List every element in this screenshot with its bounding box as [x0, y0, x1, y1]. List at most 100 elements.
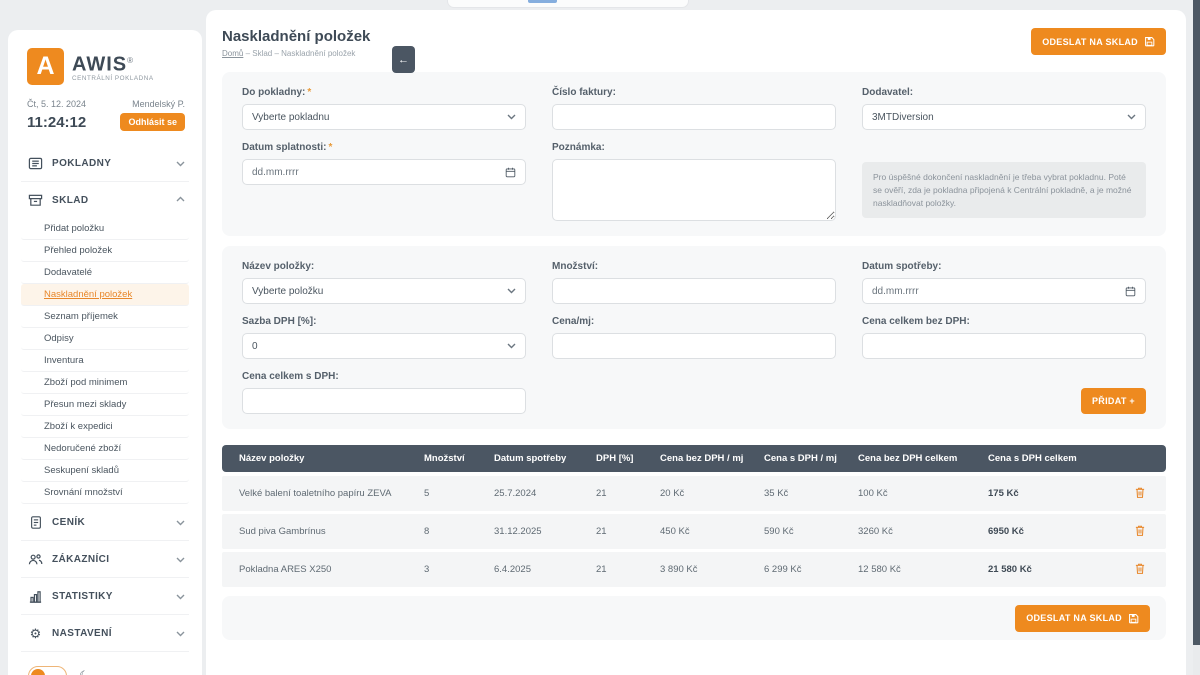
sidebar-item-sklad[interactable]: SKLAD [21, 182, 189, 218]
scrollbar-thumb[interactable] [1193, 0, 1200, 645]
invoice-form-card: Do pokladny:* Vyberte pokladnu Číslo fak… [222, 72, 1166, 236]
breadcrumb-rest: – Sklad – Naskladnění položek [243, 49, 355, 58]
sidebar-subitem-label: Seskupení skladů [44, 465, 119, 476]
quantity-input[interactable] [552, 278, 836, 304]
cell-expiry-date: 25.7.2024 [494, 488, 596, 499]
sidebar-subitem[interactable]: Nedoručené zboží [21, 438, 189, 460]
delete-row-button[interactable] [1134, 524, 1146, 540]
moon-icon: ☾ [77, 667, 92, 675]
trash-icon [1134, 486, 1146, 499]
submit-to-warehouse-button-bottom[interactable]: ODESLAT NA SKLAD [1015, 605, 1150, 632]
cell-vat: 21 [596, 488, 660, 499]
logout-button[interactable]: Odhlásit se [120, 113, 185, 131]
awis-logo-mark: A [27, 48, 64, 85]
sidebar-subitem[interactable]: Přidat položku [21, 218, 189, 240]
cell-unit-net: 20 Kč [660, 488, 764, 499]
chevron-down-icon [176, 587, 185, 605]
user-name: Mendelský P. [132, 99, 185, 109]
dark-mode-toggle[interactable] [28, 666, 67, 675]
trash-icon [1134, 524, 1146, 537]
field-label: Název položky: [242, 261, 526, 272]
submit-to-warehouse-button-top[interactable]: ODESLAT NA SKLAD [1031, 28, 1166, 55]
cell-unit-gross: 6 299 Kč [764, 564, 858, 575]
sidebar-subitem[interactable]: Zboží k expedici [21, 416, 189, 438]
due-date-input[interactable]: dd.mm.rrrr [242, 159, 526, 185]
sidebar-subitem[interactable]: Přesun mezi sklady [21, 394, 189, 416]
chevron-down-icon [507, 343, 516, 349]
sidebar-subitem-label: Odpisy [44, 333, 74, 344]
add-item-button[interactable]: PŘIDAT + [1081, 388, 1146, 414]
chevron-down-icon [507, 114, 516, 120]
column-header: Cena bez DPH / mj [660, 453, 764, 464]
main-content: Naskladnění položek Domů – Sklad – Naskl… [206, 10, 1186, 675]
chevron-down-icon [176, 513, 185, 531]
note-textarea[interactable] [552, 159, 836, 221]
sidebar-subitem[interactable]: Naskladnění položek [21, 284, 189, 306]
cell-total-gross: 175 Kč [988, 488, 1113, 499]
cell-quantity: 5 [424, 488, 494, 499]
calendar-icon[interactable] [505, 167, 516, 178]
cell-item-name: Sud piva Gambrínus [239, 526, 424, 537]
unit-price-input[interactable] [552, 333, 836, 359]
customers-icon [28, 552, 43, 567]
browser-tab-accent [528, 0, 557, 3]
column-header: Cena s DPH celkem [988, 453, 1113, 464]
cell-total-net: 12 580 Kč [858, 564, 988, 575]
items-table: Název položkyMnožstvíDatum spotřebyDPH [… [222, 445, 1166, 587]
browser-tab-artifact [447, 0, 689, 8]
warehouse-icon [28, 193, 43, 208]
save-icon [1144, 36, 1155, 47]
sidebar-item-zakaznici[interactable]: ZÁKAZNÍCI [21, 541, 189, 578]
sidebar-subitem-label: Seznam příjemek [44, 311, 118, 322]
cell-quantity: 3 [424, 564, 494, 575]
sidebar-subitem[interactable]: Zboží pod minimem [21, 372, 189, 394]
total-gross-input[interactable] [242, 388, 526, 414]
column-header: Cena s DPH / mj [764, 453, 858, 464]
sidebar-subitem[interactable]: Odpisy [21, 328, 189, 350]
chevron-down-icon [507, 288, 516, 294]
delete-row-button[interactable] [1134, 562, 1146, 578]
cell-unit-gross: 35 Kč [764, 488, 858, 499]
save-icon [1128, 613, 1139, 624]
statistics-icon [28, 589, 43, 604]
chevron-down-icon [1127, 114, 1136, 120]
cash-register-select[interactable]: Vyberte pokladnu [242, 104, 526, 130]
collapse-sidebar-button[interactable]: ← [392, 46, 415, 73]
sidebar-item-pokladny[interactable]: POKLADNY [21, 145, 189, 182]
item-name-select[interactable]: Vyberte položku [242, 278, 526, 304]
chevron-up-icon [176, 191, 185, 209]
sidebar-subitem[interactable]: Srovnání množství [21, 482, 189, 504]
field-label: Datum spotřeby: [862, 261, 1146, 272]
column-header: Datum spotřeby [494, 453, 596, 464]
sidebar-subitem[interactable]: Inventura [21, 350, 189, 372]
sidebar-subitem-label: Srovnání množství [44, 487, 123, 498]
sidebar-subitem-label: Přesun mezi sklady [44, 399, 126, 410]
cell-total-gross: 21 580 Kč [988, 564, 1113, 575]
sidebar-subitem[interactable]: Seskupení skladů [21, 460, 189, 482]
sidebar-subitem[interactable]: Dodavatelé [21, 262, 189, 284]
chevron-down-icon [176, 154, 185, 172]
calendar-icon[interactable] [1125, 286, 1136, 297]
vat-rate-select[interactable]: 0 [242, 333, 526, 359]
field-label: Cena/mj: [552, 316, 836, 327]
expiry-date-input[interactable]: dd.mm.rrrr [862, 278, 1146, 304]
cell-quantity: 8 [424, 526, 494, 537]
sidebar-subitem[interactable]: Seznam příjemek [21, 306, 189, 328]
cell-total-net: 100 Kč [858, 488, 988, 499]
session-info: Čt, 5. 12. 2024 Mendelský P. 11:24:12 Od… [21, 95, 189, 145]
supplier-select[interactable]: 3MTDiversion [862, 104, 1146, 130]
sidebar-item-nastaveni[interactable]: ⚙ NASTAVENÍ [21, 615, 189, 652]
sidebar-item-statistiky[interactable]: STATISTIKY [21, 578, 189, 615]
field-label: Do pokladny:* [242, 87, 526, 98]
delete-row-button[interactable] [1134, 486, 1146, 502]
breadcrumb-home-link[interactable]: Domů [222, 49, 243, 58]
total-net-input[interactable] [862, 333, 1146, 359]
brand-name: AWIS® [72, 51, 154, 75]
awis-logo: A AWIS® CENTRÁLNÍ POKLADNA [21, 46, 189, 95]
cell-vat: 21 [596, 526, 660, 537]
sidebar-subitem[interactable]: Přehled položek [21, 240, 189, 262]
sidebar-item-cenik[interactable]: CENÍK [21, 504, 189, 541]
cell-total-gross: 6950 Kč [988, 526, 1113, 537]
sidebar-subitem-label: Přidat položku [44, 223, 104, 234]
invoice-number-input[interactable] [552, 104, 836, 130]
